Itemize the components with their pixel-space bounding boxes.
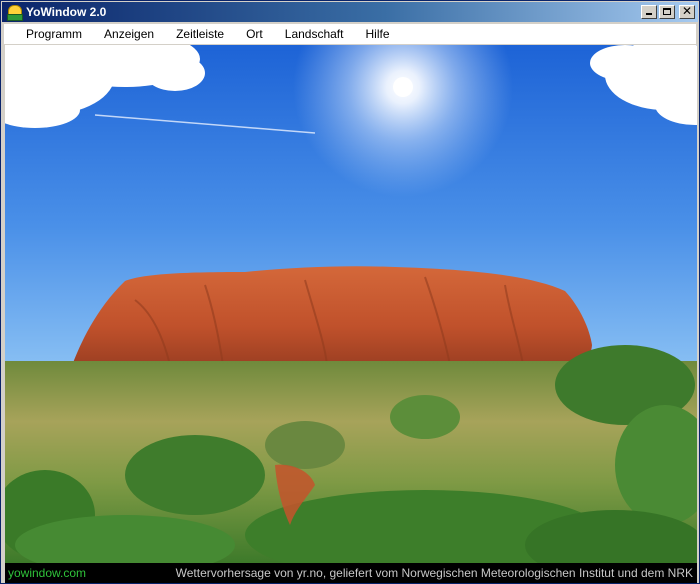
menu-anzeigen[interactable]: Anzeigen [93,24,165,44]
minimize-button[interactable] [641,5,657,19]
menu-zeitleiste[interactable]: Zeitleiste [165,24,235,44]
maximize-button[interactable] [659,5,675,19]
status-bar: yowindow.com Wettervorhersage von yr.no,… [5,563,697,583]
forecast-credit[interactable]: Wettervorhersage von yr.no, geliefert vo… [176,566,697,580]
maximize-icon [663,8,671,15]
weather-scene[interactable] [5,45,697,563]
app-window: YoWindow 2.0 ✕ Programm Anzeigen Zeitlei… [0,0,700,584]
website-link[interactable]: yowindow.com [5,566,86,580]
menu-landschaft[interactable]: Landschaft [274,24,355,44]
close-button[interactable]: ✕ [679,4,695,19]
window-title: YoWindow 2.0 [26,5,107,19]
menu-programm[interactable]: Programm [4,24,93,44]
menu-bar: Programm Anzeigen Zeitleiste Ort Landsch… [4,24,696,44]
yowindow-sun-icon[interactable] [6,4,23,21]
landscape-illustration [5,45,697,563]
app-icon-ground [7,14,23,21]
close-icon: ✕ [681,4,693,18]
title-bar[interactable]: YoWindow 2.0 ✕ [2,2,698,22]
minimize-icon [646,13,652,15]
sun [393,77,413,97]
menu-hilfe[interactable]: Hilfe [354,24,400,44]
menu-ort[interactable]: Ort [235,24,274,44]
